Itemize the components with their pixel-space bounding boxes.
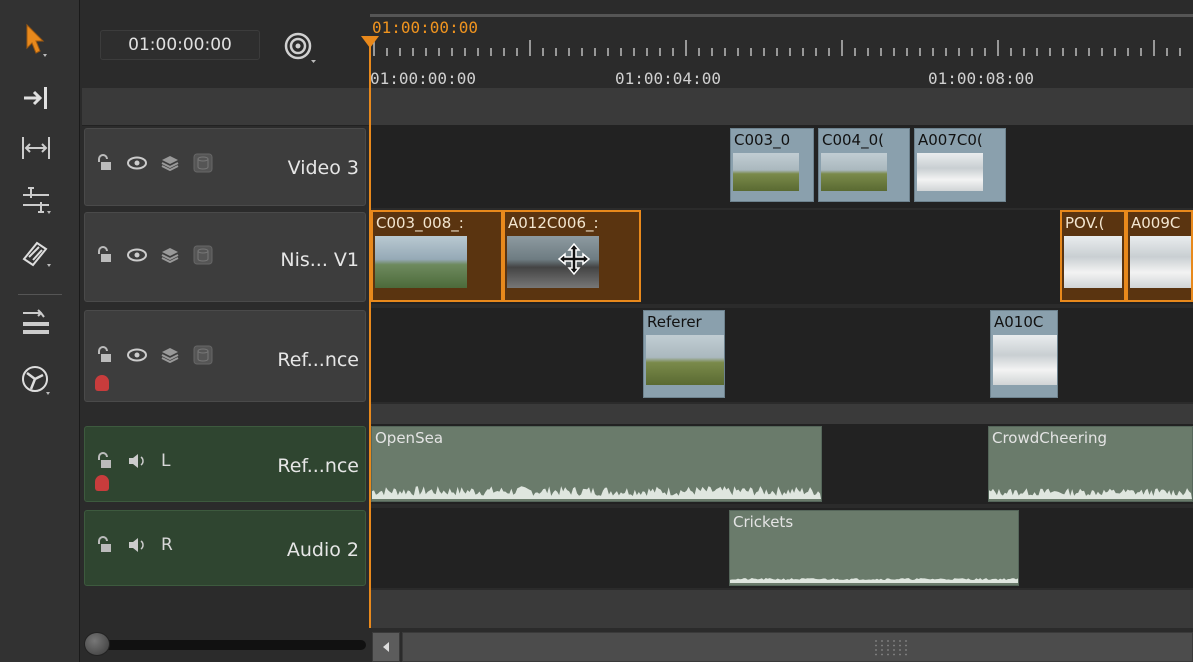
zoom-slider-track[interactable]	[86, 640, 366, 650]
waveform	[372, 486, 821, 499]
channel-label[interactable]: R	[161, 535, 173, 555]
lock-icon[interactable]	[95, 452, 113, 470]
clip-label: A009C	[1131, 214, 1181, 232]
clip-video[interactable]: C004_0(	[818, 128, 910, 202]
clip-thumbnail	[375, 236, 467, 288]
scroll-left-button[interactable]	[372, 632, 400, 662]
lane-reference[interactable]	[370, 308, 1193, 402]
track-header-audio-reference[interactable]: L Ref...nce	[84, 426, 366, 502]
layers-icon[interactable]	[161, 247, 179, 263]
layers-icon[interactable]	[161, 347, 179, 363]
clip-video-selected[interactable]: A012C006_:	[503, 210, 641, 302]
track-name: Audio 2	[286, 539, 359, 561]
track-header-v1[interactable]: Nis... V1	[84, 212, 366, 302]
chevron-left-icon	[383, 642, 389, 652]
ruler-label: 01:00:00:00	[370, 69, 476, 88]
clip-label: Referer	[647, 313, 702, 331]
ripple-icon[interactable]	[14, 128, 58, 168]
clip-label: A012C006_:	[508, 214, 599, 232]
clip-audio[interactable]: OpenSea	[371, 426, 822, 502]
scrollbar-grip[interactable]	[873, 639, 909, 657]
clip-audio[interactable]: Crickets	[729, 510, 1019, 586]
clip-video-selected[interactable]: A009C	[1126, 210, 1193, 302]
waveform	[989, 488, 1192, 499]
ruler-ticks	[373, 40, 1181, 56]
track-header-band	[82, 88, 1193, 126]
disk-icon[interactable]	[193, 345, 213, 365]
reference-badge-icon	[95, 475, 109, 491]
slip-icon[interactable]	[14, 180, 58, 220]
disk-icon[interactable]	[193, 153, 213, 173]
disk-icon[interactable]	[193, 245, 213, 265]
channel-label[interactable]: L	[161, 451, 170, 471]
speaker-icon[interactable]	[127, 537, 147, 553]
track-header-audio2[interactable]: R Audio 2	[84, 510, 366, 586]
clip-thumbnail	[821, 153, 887, 191]
eye-icon[interactable]	[127, 156, 147, 170]
horizontal-scrollbar[interactable]	[402, 632, 1193, 662]
clip-label: OpenSea	[375, 429, 444, 447]
retime-icon[interactable]	[14, 360, 58, 400]
track-name: Nis... V1	[280, 249, 359, 271]
clip-thumbnail	[1064, 236, 1122, 288]
clip-thumbnail	[917, 153, 983, 191]
clip-video[interactable]: C003_0	[730, 128, 814, 202]
reference-badge-icon	[95, 375, 109, 391]
clip-thumbnail	[1130, 236, 1191, 288]
track-forward-icon[interactable]	[14, 78, 58, 118]
clip-thumbnail	[993, 335, 1057, 385]
time-ruler[interactable]: 01:00:00:00 01:00:00:00 01:00:04:00 01:0…	[370, 8, 1193, 88]
ruler-label: 01:00:08:00	[928, 69, 1034, 88]
lock-icon[interactable]	[95, 154, 113, 172]
ruler-current-time: 01:00:00:00	[372, 18, 478, 37]
clip-audio[interactable]: CrowdCheering	[988, 426, 1193, 502]
playhead-handle[interactable]	[361, 36, 379, 48]
eye-icon[interactable]	[127, 348, 147, 362]
clip-label: C003_0	[734, 131, 791, 149]
clip-video-selected[interactable]: C003_008_:	[371, 210, 503, 302]
lock-icon[interactable]	[95, 246, 113, 264]
clip-video-selected[interactable]: POV.(	[1060, 210, 1126, 302]
clip-label: A007C0(	[918, 131, 983, 149]
track-name: Ref...nce	[277, 349, 359, 371]
clip-label: C003_008_:	[376, 214, 464, 232]
clip-thumbnail	[646, 335, 724, 385]
clip-label: POV.(	[1065, 214, 1105, 232]
track-name: Ref...nce	[277, 455, 359, 477]
clip-video[interactable]: Referer	[643, 310, 725, 398]
clip-video[interactable]: A010C	[990, 310, 1058, 398]
speaker-icon[interactable]	[127, 453, 147, 469]
clip-label: C004_0(	[822, 131, 884, 149]
razor-icon[interactable]	[14, 232, 58, 272]
playhead[interactable]	[369, 38, 371, 632]
lock-icon[interactable]	[95, 536, 113, 554]
track-header-video3[interactable]: Video 3	[84, 128, 366, 206]
track-header-reference[interactable]: Ref...nce	[84, 310, 366, 402]
clip-label: A010C	[994, 313, 1044, 331]
track-name: Video 3	[287, 157, 359, 179]
select-arrow-icon[interactable]	[14, 20, 58, 60]
waveform	[730, 578, 1018, 583]
multitrack-icon[interactable]	[14, 304, 58, 344]
snap-icon[interactable]	[282, 30, 318, 66]
lock-icon[interactable]	[95, 346, 113, 364]
clip-thumbnail	[733, 153, 799, 191]
clip-label: CrowdCheering	[992, 429, 1108, 447]
timecode-display[interactable]: 01:00:00:00	[100, 30, 260, 60]
zoom-slider-handle[interactable]	[84, 632, 110, 656]
clip-label: Crickets	[733, 513, 794, 531]
layers-icon[interactable]	[161, 155, 179, 171]
move-cursor-icon	[557, 242, 591, 276]
ruler-label: 01:00:04:00	[615, 69, 721, 88]
eye-icon[interactable]	[127, 248, 147, 262]
tool-palette	[0, 0, 80, 662]
clip-video[interactable]: A007C0(	[914, 128, 1006, 202]
